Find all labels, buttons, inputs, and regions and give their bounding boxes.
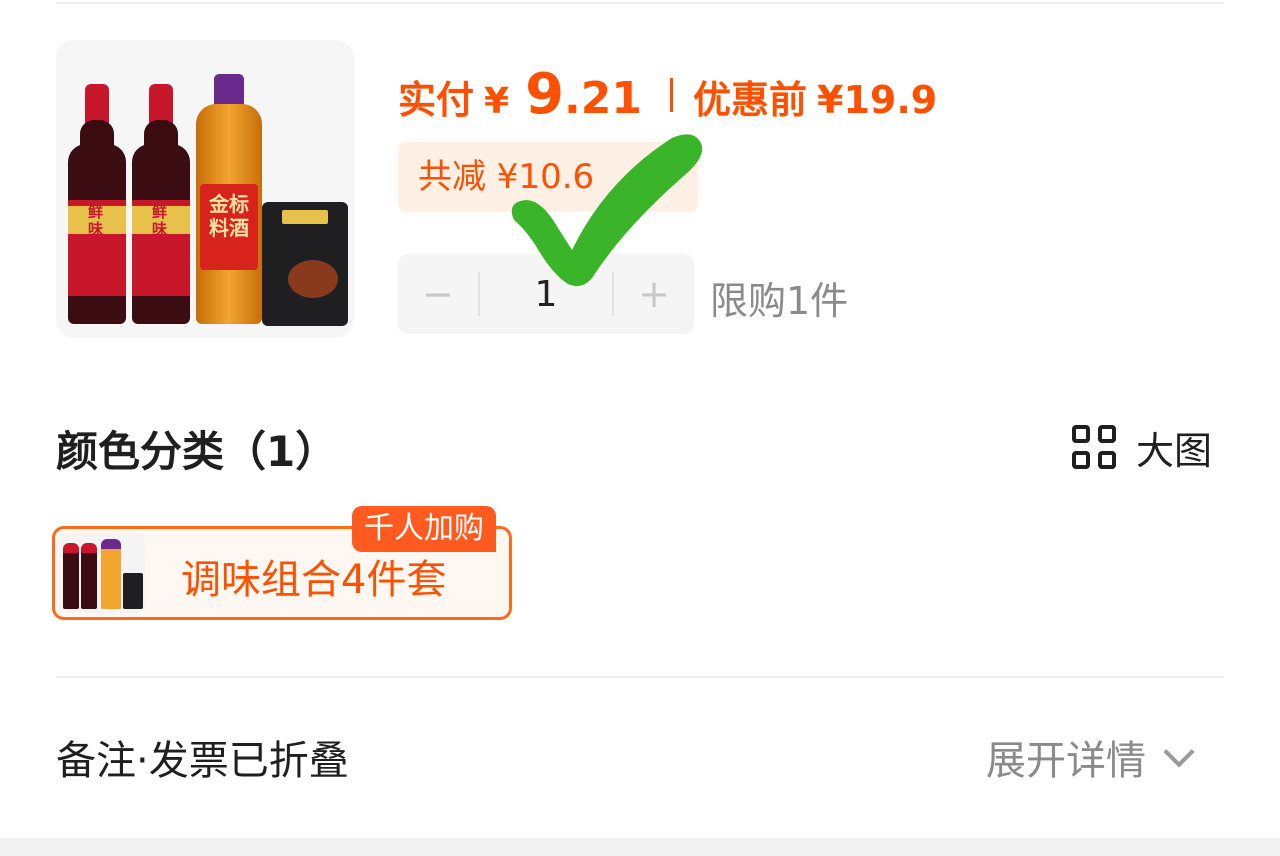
purchase-limit: 限购1件 — [710, 279, 849, 323]
variant-thumbnail — [59, 533, 145, 613]
paid-price-integer: 9 — [525, 62, 565, 127]
check-mark-icon — [511, 134, 703, 286]
section-divider — [56, 676, 1224, 678]
bottom-bar — [0, 838, 1280, 856]
option-section-title: 颜色分类（1） — [56, 427, 338, 476]
chevron-down-icon — [1163, 736, 1195, 768]
original-price-label: 优惠前 — [693, 78, 808, 122]
sauce-pack — [262, 202, 348, 326]
big-view-label: 大图 — [1136, 429, 1213, 473]
expand-details-label: 展开详情 — [986, 738, 1146, 784]
bottle-label-1: 鲜味生抽 — [88, 203, 104, 272]
price-row: 实付 ¥ 9 .21 优惠前 ¥19.9 — [398, 62, 937, 128]
big-view-toggle[interactable]: 大图 — [1072, 420, 1212, 475]
top-divider — [56, 2, 1224, 4]
variant-label: 调味组合4件套 — [181, 557, 447, 603]
currency-symbol: ¥ — [484, 81, 510, 122]
cooking-wine-label: 金标料酒 — [200, 184, 258, 270]
original-price: ¥19.9 — [817, 78, 938, 122]
expand-details-button[interactable]: 展开详情 — [986, 728, 1195, 786]
bottle-label-2: 鲜味生抽 — [152, 203, 168, 272]
soy-bottle-2: 鲜味生抽 — [130, 84, 192, 324]
cooking-wine-bottle: 金标料酒 — [196, 74, 262, 324]
decrement-button[interactable]: − — [398, 254, 478, 334]
notes-invoice-label: 备注·发票已折叠 — [56, 738, 349, 784]
popularity-badge: 千人加购 — [352, 506, 496, 552]
grid-icon — [1072, 424, 1118, 471]
paid-price-decimal: .21 — [564, 73, 642, 124]
price-separator — [670, 78, 673, 112]
paid-label: 实付 — [398, 78, 475, 122]
soy-bottle-1: 鲜味生抽 — [66, 84, 128, 324]
product-image[interactable]: 鲜味生抽 鲜味生抽 金标料酒 — [56, 40, 354, 338]
